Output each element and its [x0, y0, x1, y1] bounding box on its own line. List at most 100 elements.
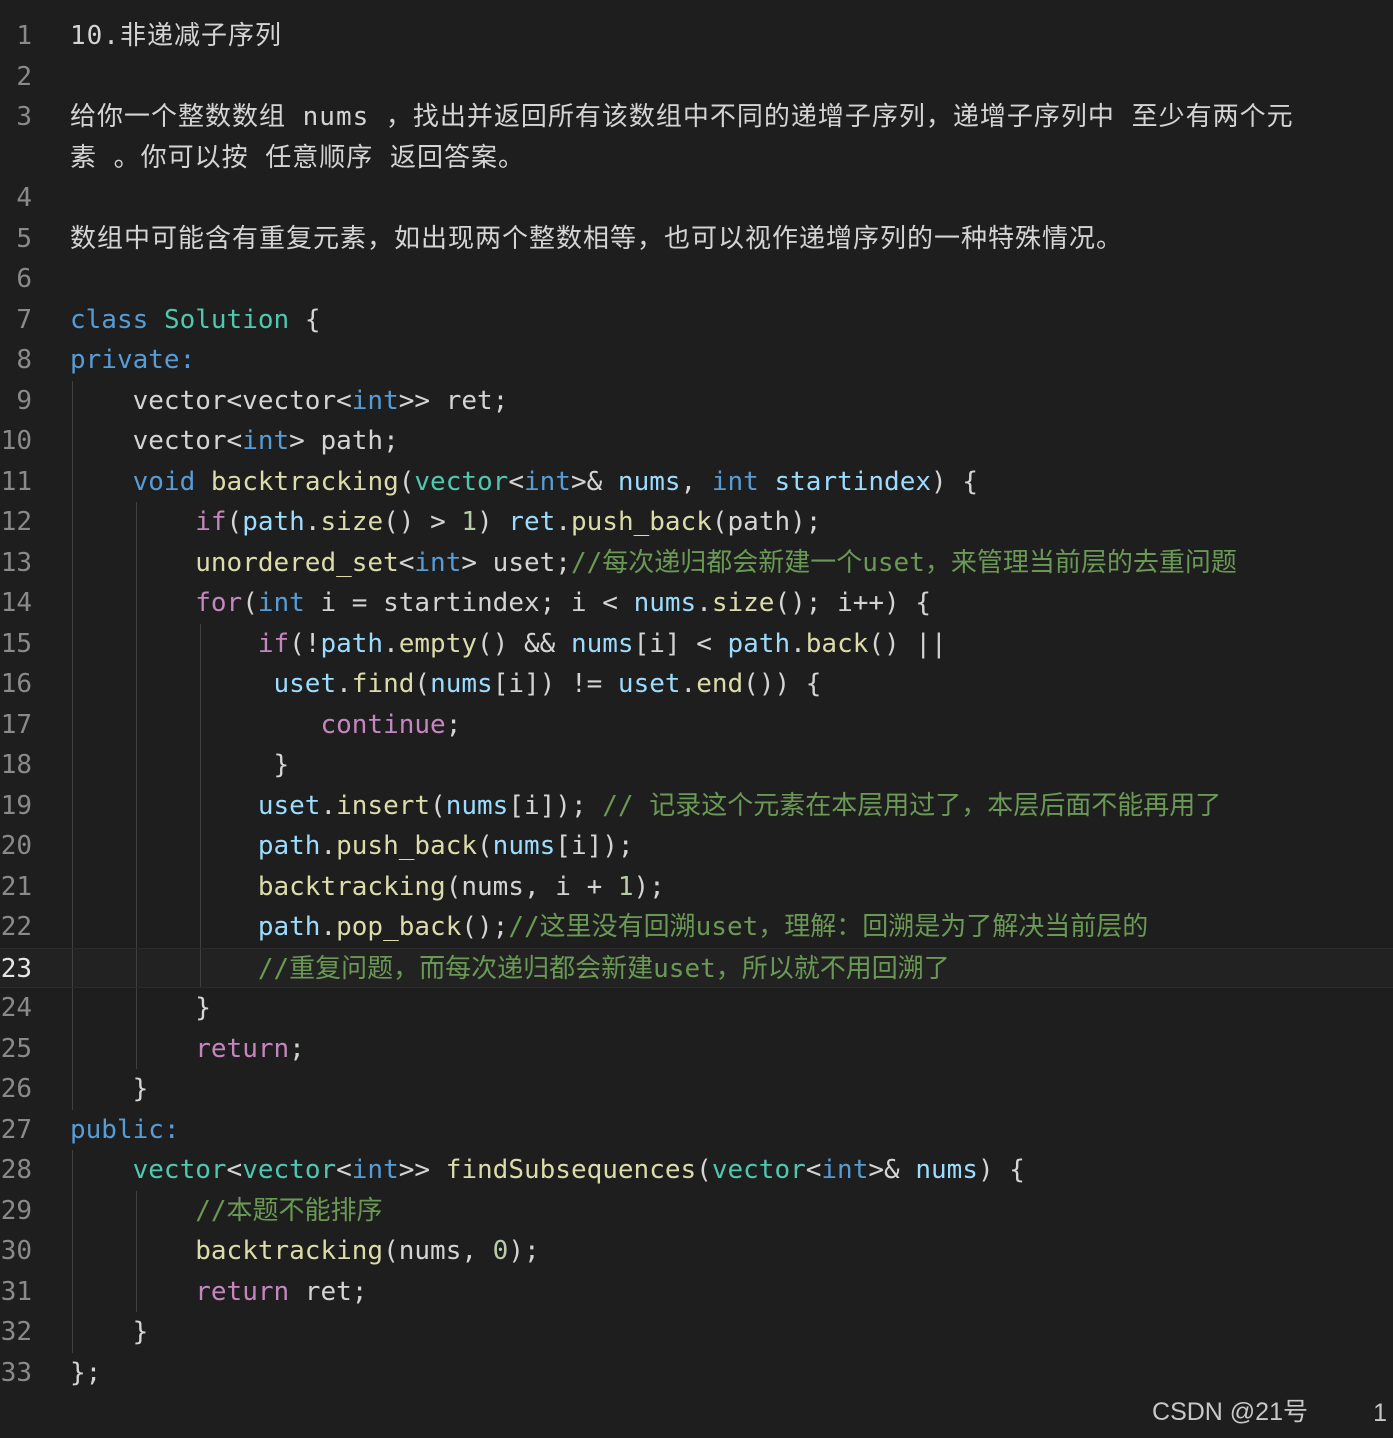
code-token: nums: [570, 628, 634, 659]
code-token: ;: [289, 1033, 305, 1064]
code-token: <: [398, 547, 415, 578]
code-line[interactable]: 5 数组中可能含有重复元素，如出现两个整数相等，也可以视作递增序列的一种特殊情况。: [0, 219, 1393, 260]
code-token: [i]);: [508, 790, 603, 821]
code-line[interactable]: 31 return ret;: [0, 1271, 1393, 1312]
code-line[interactable]: 18 }: [0, 745, 1393, 786]
code-line[interactable]: 20 path.push_back(nums[i]);: [0, 826, 1393, 867]
code-line[interactable]: 11 void backtracking(vector<int>& nums, …: [0, 461, 1393, 502]
code-line[interactable]: 7 class Solution {: [0, 300, 1393, 341]
code-line[interactable]: 13 unordered_set<int> uset;//每次递归都会新建一个u…: [0, 542, 1393, 584]
code-token: >&: [570, 466, 618, 497]
code-token: uset: [257, 790, 321, 821]
code-token: vector: [242, 1155, 337, 1185]
code-text: public:: [70, 1110, 1393, 1151]
code-token: () >: [383, 507, 462, 537]
code-token: if: [195, 507, 227, 537]
code-line[interactable]: 6: [0, 259, 1393, 300]
line-number: 23: [0, 953, 32, 984]
code-token: ()) {: [743, 669, 822, 699]
code-line[interactable]: 12 if(path.size() > 1) ret.push_back(pat…: [0, 502, 1393, 543]
line-number: 1: [16, 21, 32, 51]
line-number: 17: [0, 709, 32, 740]
line-number: 20: [0, 831, 32, 861]
code-token: Solution: [163, 304, 290, 335]
code-line[interactable]: 3 给你一个整数数组 nums ，找出并返回所有该数组中不同的递增子序列，递增子序…: [0, 97, 1393, 138]
code-token: ();: [461, 912, 509, 942]
code-line[interactable]: 14 for(int i = startindex; i < nums.size…: [0, 583, 1393, 624]
line-number: 33: [0, 1357, 32, 1388]
code-token: int: [257, 588, 305, 618]
code-line[interactable]: 4: [0, 178, 1393, 219]
code-token: path: [257, 912, 321, 942]
line-number: 15: [0, 628, 32, 659]
code-token: .: [383, 628, 399, 659]
line-number: 6: [16, 264, 32, 294]
code-token: );: [508, 1236, 540, 1266]
code-text: unordered_set<int> uset;//每次递归都会新建一个uset…: [70, 543, 1393, 584]
code-line[interactable]: 16 uset.find(nums[i]) != uset.end()) {: [0, 664, 1393, 705]
code-token: //这里没有回溯uset，理解：回溯是为了解决当前层的: [508, 912, 1149, 942]
code-token: ,: [680, 466, 712, 497]
code-token: <: [508, 466, 524, 497]
code-token: int: [351, 1155, 399, 1185]
code-line[interactable]: 33};: [0, 1353, 1393, 1394]
code-token: (: [477, 831, 493, 861]
code-line[interactable]: 10 vector<int> path;: [0, 421, 1393, 462]
code-token: startindex: [774, 466, 932, 497]
code-line[interactable]: 素 。你可以按 任意顺序 返回答案。: [0, 138, 1393, 179]
line-number: 16: [0, 669, 32, 699]
code-token: size: [711, 588, 775, 618]
line-number: 19: [0, 790, 32, 821]
code-token: ): [477, 507, 509, 537]
code-token: return: [195, 1033, 290, 1064]
status-number: 1: [1373, 1399, 1387, 1427]
code-editor[interactable]: 1 10.非递减子序列 2 3 给你一个整数数组 nums ，找出并返回所有该数组中不同…: [0, 16, 1393, 1393]
code-line[interactable]: 22 path.pop_back();//这里没有回溯uset，理解：回溯是为了…: [0, 907, 1393, 948]
code-text: }: [70, 1312, 1393, 1353]
code-line[interactable]: 19 uset.insert(nums[i]); // 记录这个元素在本层用过了…: [0, 785, 1393, 826]
code-line[interactable]: 27 public:: [0, 1110, 1393, 1151]
code-text: return;: [70, 1029, 1393, 1070]
code-line[interactable]: 17 continue;: [0, 704, 1393, 745]
line-number: 4: [16, 183, 32, 213]
code-token: insert: [336, 790, 431, 821]
code-token: //本题不能排序: [195, 1195, 383, 1226]
code-line[interactable]: 29 //本题不能排序: [0, 1190, 1393, 1231]
code-text: for(int i = startindex; i < nums.size();…: [70, 583, 1393, 624]
code-token: i = startindex; i <: [304, 588, 634, 618]
code-line[interactable]: 26 }: [0, 1069, 1393, 1110]
code-token: void: [132, 466, 196, 497]
code-token: vector: [414, 466, 509, 497]
csdn-watermark: CSDN @21号: [1152, 1398, 1308, 1426]
code-line[interactable]: 2: [0, 57, 1393, 98]
code-line[interactable]: 32 }: [0, 1312, 1393, 1353]
code-token: }: [70, 750, 290, 780]
code-line[interactable]: 24 }: [0, 988, 1393, 1029]
code-token: }: [70, 993, 211, 1023]
code-token: 1: [461, 507, 478, 537]
code-token: int: [523, 466, 571, 497]
code-text: //重复问题，而每次递归都会新建uset，所以就不用回溯了: [70, 949, 1393, 990]
code-line[interactable]: 8 private:: [0, 340, 1393, 381]
code-token: .: [304, 507, 321, 537]
code-token: [i] <: [633, 628, 728, 659]
code-line[interactable]: 25 return;: [0, 1028, 1393, 1070]
code-line[interactable]: 30 backtracking(nums, 0);: [0, 1231, 1393, 1272]
code-line[interactable]: 9 vector<vector<int>> ret;: [0, 380, 1393, 421]
code-token: () &&: [477, 628, 571, 659]
code-line[interactable]: 23 //重复问题，而每次递归都会新建uset，所以就不用回溯了: [0, 947, 1393, 990]
code-line[interactable]: 21 backtracking(nums, i + 1);: [0, 866, 1393, 907]
line-number: 29: [0, 1195, 32, 1226]
code-line[interactable]: 28 vector<vector<int>> findSubsequences(…: [0, 1150, 1393, 1191]
code-token: <: [805, 1155, 822, 1185]
code-line[interactable]: 15 if(!path.empty() && nums[i] < path.ba…: [0, 623, 1393, 664]
code-line[interactable]: 1 10.非递减子序列: [0, 16, 1393, 57]
code-token: int: [351, 385, 399, 416]
